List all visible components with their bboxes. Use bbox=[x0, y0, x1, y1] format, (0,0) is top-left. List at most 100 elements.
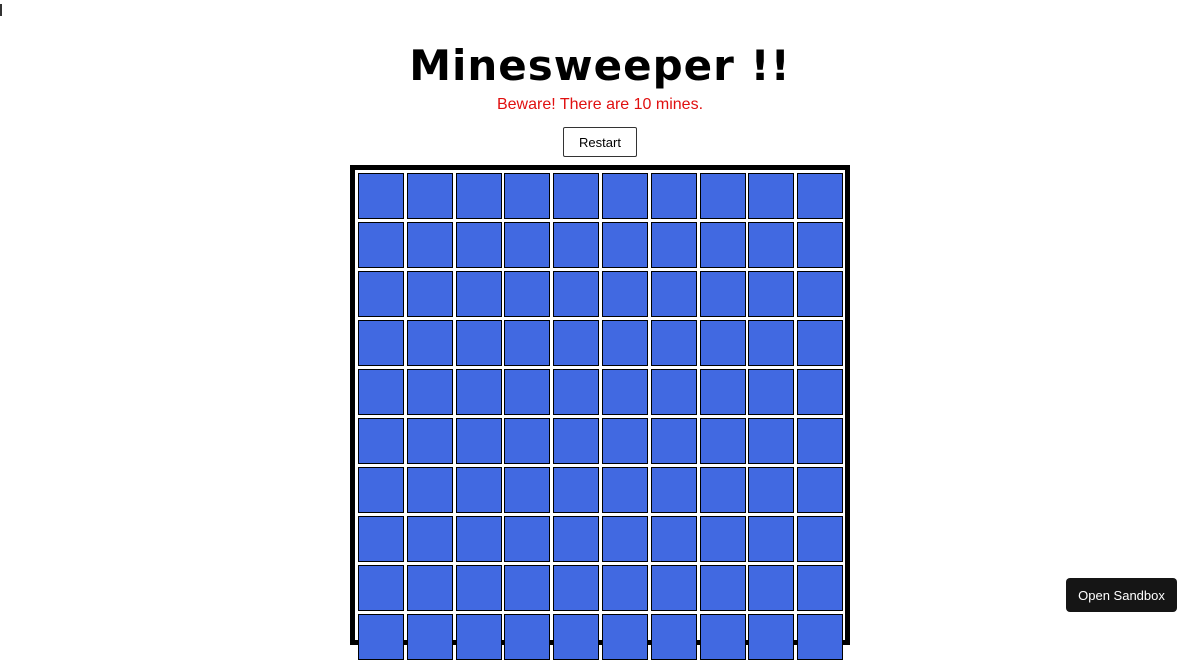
board-cell[interactable] bbox=[797, 369, 844, 415]
board-cell[interactable] bbox=[601, 467, 648, 513]
board-cell[interactable] bbox=[553, 271, 600, 317]
board-cell[interactable] bbox=[455, 614, 502, 660]
board-cell[interactable] bbox=[797, 614, 844, 660]
board-cell[interactable] bbox=[358, 222, 404, 268]
board-cell[interactable] bbox=[601, 369, 648, 415]
board-cell[interactable] bbox=[699, 418, 746, 464]
board-cell[interactable] bbox=[504, 271, 551, 317]
board-cell[interactable] bbox=[504, 565, 551, 611]
board-cell[interactable] bbox=[699, 173, 746, 219]
board-cell[interactable] bbox=[650, 222, 697, 268]
board-cell[interactable] bbox=[406, 320, 453, 366]
board-cell[interactable] bbox=[748, 369, 795, 415]
board-cell[interactable] bbox=[601, 565, 648, 611]
board-cell[interactable] bbox=[748, 467, 795, 513]
board-cell[interactable] bbox=[601, 614, 648, 660]
board-cell[interactable] bbox=[455, 320, 502, 366]
board-cell[interactable] bbox=[797, 320, 844, 366]
board-cell[interactable] bbox=[553, 320, 600, 366]
board-cell[interactable] bbox=[455, 271, 502, 317]
board-cell[interactable] bbox=[797, 516, 844, 562]
board-cell[interactable] bbox=[358, 516, 404, 562]
board-cell[interactable] bbox=[455, 222, 502, 268]
board-cell[interactable] bbox=[406, 614, 453, 660]
board-cell[interactable] bbox=[553, 516, 600, 562]
board-cell[interactable] bbox=[358, 271, 404, 317]
board-cell[interactable] bbox=[748, 516, 795, 562]
board-cell[interactable] bbox=[650, 369, 697, 415]
board-cell[interactable] bbox=[601, 320, 648, 366]
board-cell[interactable] bbox=[358, 173, 404, 219]
board-cell[interactable] bbox=[748, 565, 795, 611]
board-cell[interactable] bbox=[504, 418, 551, 464]
board-cell[interactable] bbox=[455, 418, 502, 464]
board-cell[interactable] bbox=[406, 467, 453, 513]
board-cell[interactable] bbox=[553, 467, 600, 513]
board-cell[interactable] bbox=[699, 271, 746, 317]
board-cell[interactable] bbox=[553, 369, 600, 415]
board-cell[interactable] bbox=[504, 614, 551, 660]
board-cell[interactable] bbox=[650, 467, 697, 513]
board-cell[interactable] bbox=[406, 173, 453, 219]
board-cell[interactable] bbox=[650, 173, 697, 219]
board-cell[interactable] bbox=[553, 418, 600, 464]
board-cell[interactable] bbox=[797, 565, 844, 611]
board-cell[interactable] bbox=[748, 173, 795, 219]
board-cell[interactable] bbox=[601, 516, 648, 562]
board-cell[interactable] bbox=[358, 467, 404, 513]
board-cell[interactable] bbox=[358, 565, 404, 611]
board-cell[interactable] bbox=[504, 369, 551, 415]
board-cell[interactable] bbox=[601, 418, 648, 464]
board-cell[interactable] bbox=[504, 173, 551, 219]
board-cell[interactable] bbox=[455, 467, 502, 513]
board-cell[interactable] bbox=[406, 516, 453, 562]
board-cell[interactable] bbox=[650, 565, 697, 611]
board-cell[interactable] bbox=[455, 516, 502, 562]
restart-button[interactable]: Restart bbox=[563, 127, 637, 157]
board-cell[interactable] bbox=[455, 369, 502, 415]
board-cell[interactable] bbox=[406, 222, 453, 268]
board-cell[interactable] bbox=[455, 173, 502, 219]
board-cell[interactable] bbox=[553, 614, 600, 660]
board-cell[interactable] bbox=[797, 222, 844, 268]
board-cell[interactable] bbox=[650, 614, 697, 660]
board-cell[interactable] bbox=[650, 418, 697, 464]
board-cell[interactable] bbox=[699, 565, 746, 611]
board-cell[interactable] bbox=[504, 320, 551, 366]
open-sandbox-button[interactable]: Open Sandbox bbox=[1066, 578, 1177, 612]
board-cell[interactable] bbox=[406, 369, 453, 415]
board-cell[interactable] bbox=[699, 467, 746, 513]
board-cell[interactable] bbox=[699, 369, 746, 415]
board-cell[interactable] bbox=[406, 565, 453, 611]
board-cell[interactable] bbox=[797, 173, 844, 219]
board-cell[interactable] bbox=[406, 418, 453, 464]
board-cell[interactable] bbox=[699, 320, 746, 366]
board-cell[interactable] bbox=[699, 516, 746, 562]
board-cell[interactable] bbox=[650, 516, 697, 562]
board-cell[interactable] bbox=[504, 516, 551, 562]
board-cell[interactable] bbox=[358, 369, 404, 415]
board-cell[interactable] bbox=[748, 418, 795, 464]
board-cell[interactable] bbox=[797, 467, 844, 513]
board-cell[interactable] bbox=[748, 320, 795, 366]
board-cell[interactable] bbox=[504, 222, 551, 268]
board-cell[interactable] bbox=[601, 271, 648, 317]
board-cell[interactable] bbox=[650, 320, 697, 366]
board-cell[interactable] bbox=[553, 222, 600, 268]
board-cell[interactable] bbox=[748, 271, 795, 317]
board-cell[interactable] bbox=[797, 418, 844, 464]
board-cell[interactable] bbox=[748, 222, 795, 268]
board-cell[interactable] bbox=[601, 222, 648, 268]
board-cell[interactable] bbox=[601, 173, 648, 219]
board-cell[interactable] bbox=[699, 222, 746, 268]
board-cell[interactable] bbox=[748, 614, 795, 660]
board-cell[interactable] bbox=[455, 565, 502, 611]
board-cell[interactable] bbox=[797, 271, 844, 317]
board-cell[interactable] bbox=[504, 467, 551, 513]
board-cell[interactable] bbox=[358, 418, 404, 464]
board-cell[interactable] bbox=[358, 614, 404, 660]
board-cell[interactable] bbox=[553, 565, 600, 611]
board-cell[interactable] bbox=[650, 271, 697, 317]
board-cell[interactable] bbox=[699, 614, 746, 660]
board-cell[interactable] bbox=[553, 173, 600, 219]
